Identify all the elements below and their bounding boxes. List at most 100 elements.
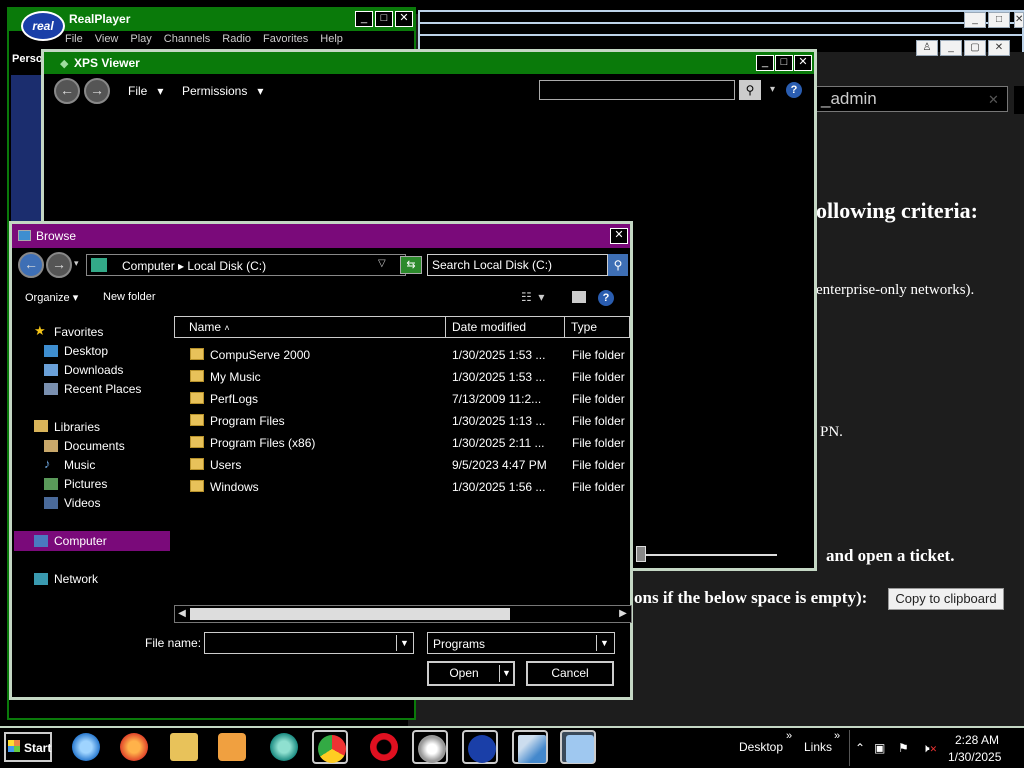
column-header-date[interactable]: Date modified	[445, 316, 565, 338]
clock-date[interactable]: 1/30/2025	[948, 750, 1001, 764]
help-icon[interactable]: ?	[598, 290, 614, 306]
preview-pane-icon[interactable]	[572, 291, 586, 303]
file-row[interactable]: PerfLogs 7/13/2009 11:2... File folder	[190, 388, 630, 410]
nav-downloads[interactable]: Downloads	[64, 363, 123, 377]
file-row[interactable]: Windows 1/30/2025 1:56 ... File folder	[190, 476, 630, 498]
nav-pictures[interactable]: Pictures	[64, 477, 107, 491]
paper-plane-icon[interactable]	[512, 730, 548, 764]
close-icon[interactable]: ✕	[395, 11, 413, 27]
nav-music[interactable]: Music	[64, 458, 95, 472]
settings-gear-icon[interactable]	[412, 730, 448, 764]
back-arrow-icon[interactable]: ←	[54, 78, 80, 104]
search-icon[interactable]: ⚲	[739, 80, 761, 100]
file-name-input[interactable]	[204, 632, 414, 654]
rp-menu-channels[interactable]: Channels	[164, 33, 210, 45]
zoom-slider-track[interactable]	[641, 554, 777, 556]
nav-libraries[interactable]: Libraries	[54, 420, 100, 434]
xps-menu-permissions[interactable]: Permissions ▾	[182, 84, 263, 98]
chevron-down-icon[interactable]: ▾	[770, 84, 775, 95]
scroll-right-icon[interactable]: ▶	[616, 606, 630, 622]
nav-desktop[interactable]: Desktop	[64, 344, 108, 358]
column-header-type[interactable]: Type	[564, 316, 630, 338]
desktop-toolbar[interactable]: Desktop	[739, 740, 783, 754]
minimize-icon[interactable]: _	[940, 40, 962, 56]
nav-network[interactable]: Network	[54, 572, 98, 586]
copy-to-clipboard-button[interactable]: Copy to clipboard	[888, 588, 1004, 610]
close-icon[interactable]: ✕	[1014, 12, 1024, 28]
rp-menu-file[interactable]: File	[65, 33, 83, 45]
file-row[interactable]: CompuServe 2000 1/30/2025 1:53 ... File …	[190, 344, 630, 366]
file-row[interactable]: Program Files 1/30/2025 1:13 ... File fo…	[190, 410, 630, 432]
open-options-icon[interactable]: ▼	[499, 665, 513, 682]
nav-recent-places[interactable]: Recent Places	[64, 382, 141, 396]
zoom-slider-thumb[interactable]	[636, 546, 646, 562]
close-icon[interactable]: ✕	[610, 228, 628, 244]
views-icon[interactable]: ☷ ▾	[521, 290, 544, 304]
close-icon[interactable]: ✕	[794, 55, 812, 71]
nav-favorites[interactable]: Favorites	[54, 325, 103, 339]
new-folder-button[interactable]: New folder	[103, 291, 156, 303]
nav-videos[interactable]: Videos	[64, 496, 100, 510]
rp-menu-play[interactable]: Play	[130, 33, 151, 45]
xps-menu-file[interactable]: File ▾	[128, 84, 163, 98]
forward-arrow-icon[interactable]: →	[46, 252, 72, 278]
realplayer-icon[interactable]	[462, 730, 498, 764]
minimize-icon[interactable]: _	[964, 12, 986, 28]
file-row[interactable]: Program Files (x86) 1/30/2025 2:11 ... F…	[190, 432, 630, 454]
forward-arrow-icon[interactable]: →	[84, 78, 110, 104]
scrollbar-thumb[interactable]	[190, 608, 510, 620]
user-icon[interactable]: ♙	[916, 40, 938, 56]
network-icon[interactable]: ▣	[874, 741, 885, 755]
cancel-button[interactable]: Cancel	[526, 661, 614, 686]
nav-computer[interactable]: Computer	[54, 534, 107, 548]
help-icon[interactable]: ?	[786, 82, 802, 98]
minimize-icon[interactable]: _	[756, 55, 774, 71]
nav-documents[interactable]: Documents	[64, 439, 125, 453]
file-type-select[interactable]: Programs	[427, 632, 615, 654]
file-explorer-icon[interactable]	[166, 730, 202, 764]
chevron-icon[interactable]: »	[786, 730, 792, 742]
rp-menu-help[interactable]: Help	[320, 33, 343, 45]
back-arrow-icon[interactable]: ←	[18, 252, 44, 278]
links-toolbar[interactable]: Links	[804, 740, 832, 754]
xps-viewer-titlebar[interactable]	[44, 52, 814, 74]
realplayer-side-label[interactable]: Perso	[12, 53, 43, 65]
scroll-left-icon[interactable]: ◀	[175, 606, 189, 622]
column-header-name[interactable]: Name ˄	[174, 316, 446, 338]
opera-icon[interactable]	[366, 730, 402, 764]
restore-icon[interactable]: ▢	[964, 40, 986, 56]
chevron-down-icon[interactable]: ▼	[396, 635, 412, 651]
media-player-icon[interactable]	[214, 730, 250, 764]
refresh-icon[interactable]: ⇆	[400, 256, 422, 274]
volume-muted-icon[interactable]: 🕨✕	[922, 741, 937, 756]
xps-search-input[interactable]	[539, 80, 735, 100]
recent-pages-icon[interactable]: ▾	[74, 258, 79, 269]
chevron-icon[interactable]: »	[834, 730, 840, 742]
chevron-down-icon[interactable]: ▽	[378, 258, 386, 269]
clear-icon[interactable]: ✕	[988, 92, 999, 108]
show-hidden-icons-icon[interactable]: ⌃	[855, 741, 865, 755]
admin-input[interactable]: _admin	[816, 86, 1008, 112]
internet-explorer-icon[interactable]	[68, 730, 104, 764]
maximize-icon[interactable]: □	[988, 12, 1010, 28]
file-row[interactable]: My Music 1/30/2025 1:53 ... File folder	[190, 366, 630, 388]
rp-menu-radio[interactable]: Radio	[222, 33, 251, 45]
chevron-down-icon[interactable]: ▼	[596, 635, 612, 651]
minimize-icon[interactable]: _	[355, 11, 373, 27]
rp-menu-view[interactable]: View	[95, 33, 119, 45]
maximize-icon[interactable]: □	[775, 55, 793, 71]
xps-viewer-icon[interactable]	[560, 730, 596, 764]
organize-button[interactable]: Organize ▾	[25, 291, 78, 304]
action-center-flag-icon[interactable]: ⚑	[898, 741, 909, 755]
maximize-icon[interactable]: □	[375, 11, 393, 27]
rp-menu-favorites[interactable]: Favorites	[263, 33, 308, 45]
search-input[interactable]: Search Local Disk (C:)	[427, 254, 608, 276]
file-row[interactable]: Users 9/5/2023 4:47 PM File folder	[190, 454, 630, 476]
clock-time[interactable]: 2:28 AM	[955, 733, 999, 747]
browse-titlebar[interactable]	[12, 224, 630, 248]
search-icon[interactable]: ⚲	[608, 254, 628, 276]
close-icon[interactable]: ✕	[988, 40, 1010, 56]
firefox-icon[interactable]	[116, 730, 152, 764]
chrome-icon[interactable]	[312, 730, 348, 764]
teal-app-icon[interactable]	[266, 730, 302, 764]
